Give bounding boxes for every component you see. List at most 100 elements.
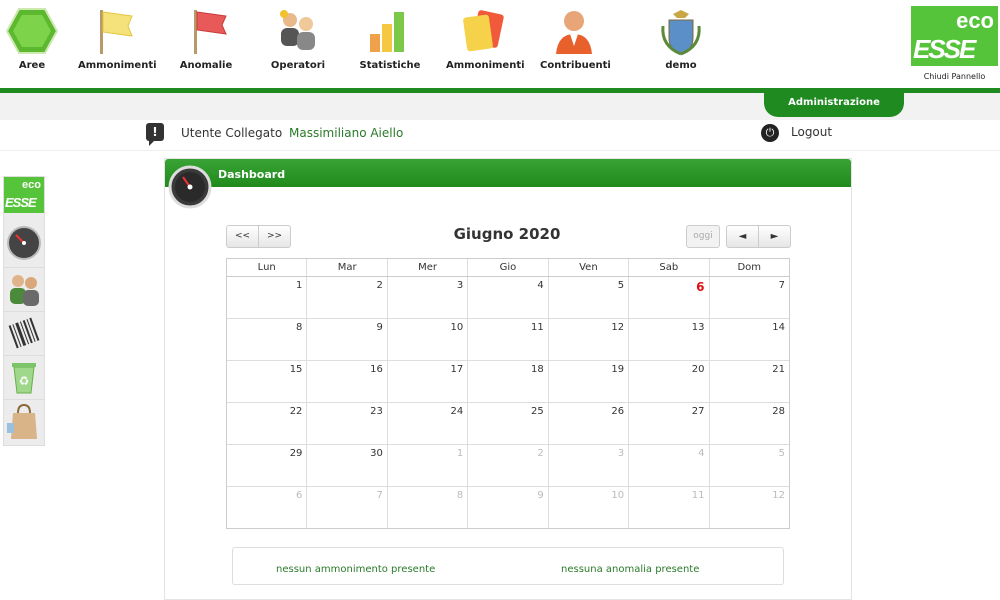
calendar-day[interactable]: 10 [549,487,630,528]
nav-label: Anomalie [179,60,233,71]
calendar-day[interactable]: 18 [468,361,549,402]
close-panel-link[interactable]: Chiudi Pannello [911,72,998,81]
sidebar-item-users[interactable] [4,267,44,312]
calendar-day[interactable]: 24 [388,403,469,444]
calendar-day[interactable]: 12 [710,487,789,528]
calendar-day[interactable]: 26 [549,403,630,444]
power-icon[interactable]: ⏻ [761,124,779,142]
calendar-day[interactable]: 8 [227,319,308,360]
calendar-day[interactable]: 22 [227,403,308,444]
calendar-day[interactable]: 7 [307,487,388,528]
calendar-day[interactable]: 20 [629,361,710,402]
calendar-day[interactable]: 25 [468,403,549,444]
sidebar-item-bag[interactable] [4,399,44,443]
calendar-day[interactable]: 11 [468,319,549,360]
weekday-lun: Lun [227,259,308,276]
sidebar-logo: eco ESSE [4,177,44,213]
calendar-day[interactable]: 1 [227,277,308,318]
ecoesse-logo: eco ESSE [911,6,998,66]
day-number: 6 [296,490,303,501]
dashboard-title: Dashboard [218,168,286,181]
calendar-day[interactable]: 30 [307,445,388,486]
calendar-day[interactable]: 28 [710,403,789,444]
calendar-day[interactable]: 10 [388,319,469,360]
bar-chart-icon [370,12,404,52]
calendar-day[interactable]: 2 [468,445,549,486]
calendar-day[interactable]: 2 [307,277,388,318]
calendar-day[interactable]: 5 [710,445,789,486]
day-number: 15 [289,364,303,375]
day-number: 20 [691,364,705,375]
calendar-day[interactable]: 3 [388,277,469,318]
calendar-day[interactable]: 29 [227,445,308,486]
calendar-day[interactable]: 13 [629,319,710,360]
sidebar-item-dashboard[interactable] [4,223,44,268]
calendar-day[interactable]: 7 [710,277,789,318]
dashboard-gauge-icon [7,226,41,260]
prev-month-button[interactable]: ◄ [727,226,759,247]
calendar-week-row: 1 2 3 4 5 6 7 [227,277,789,319]
calendar-day[interactable]: 14 [710,319,789,360]
calendar-day[interactable]: 6 [227,487,308,528]
nav-label: Ammonimenti [446,60,525,71]
admin-tab[interactable]: Administrazione [764,93,904,117]
nav-item-demo[interactable]: demo [654,0,708,88]
calendar-day[interactable]: 11 [629,487,710,528]
dashboard-gauge-icon [168,165,212,209]
user-name[interactable]: Massimiliano Aiello [289,126,403,140]
calendar-day[interactable]: 4 [629,445,710,486]
calendar-day[interactable]: 1 [388,445,469,486]
message-icon[interactable]: ! [146,123,164,146]
calendar-week-row: 22 23 24 25 26 27 28 [227,403,789,445]
calendar-day[interactable]: 23 [307,403,388,444]
calendar-day[interactable]: 9 [468,487,549,528]
nav-item-ammonimenti-cards[interactable]: Ammonimenti [446,0,525,88]
calendar-day[interactable]: 12 [549,319,630,360]
calendar-day-today[interactable]: 6 [629,277,710,318]
nav-item-aree[interactable]: Aree [6,0,58,88]
user-label: Utente Collegato [181,126,283,140]
nav-item-contribuenti[interactable]: Contribuenti [540,0,611,88]
day-number: 30 [370,448,383,459]
nav-item-ammonimenti[interactable]: Ammonimenti [78,0,157,88]
day-number: 7 [778,280,785,291]
hexagon-icon [6,8,58,54]
logout-link[interactable]: Logout [791,125,832,139]
next-month-button[interactable]: ► [759,226,790,247]
calendar-day[interactable]: 16 [307,361,388,402]
sidebar-item-barcode[interactable] [4,311,44,356]
calendar-body: 1 2 3 4 5 6 7 8 9 10 11 12 13 14 15 16 17 18 19 20 21 22 23 24 2… [227,277,789,528]
day-number: 10 [450,322,464,333]
day-number: 13 [691,322,705,333]
calendar-day[interactable]: 9 [307,319,388,360]
calendar-day[interactable]: 21 [710,361,789,402]
weekday-mer: Mer [388,259,469,276]
calendar-day[interactable]: 4 [468,277,549,318]
day-number: 5 [778,448,785,459]
day-number: 9 [376,322,383,333]
user-bar: ! Utente Collegato Massimiliano Aiello ⏻… [0,120,1000,151]
month-nav-group: ◄ ► [726,225,791,248]
nav-item-statistiche[interactable]: Statistiche [358,0,422,88]
calendar-day[interactable]: 3 [549,445,630,486]
recycle-bin-icon: ♻ [12,363,36,394]
calendar-day[interactable]: 27 [629,403,710,444]
calendar-day[interactable]: 8 [388,487,469,528]
left-sidebar: eco ESSE ♻ [3,176,45,446]
day-number: 18 [530,364,544,375]
day-number: 6 [696,280,705,294]
sidebar-item-recycle[interactable]: ♻ [4,355,44,400]
day-number: 27 [691,406,705,417]
day-number: 17 [450,364,464,375]
nav-item-anomalie[interactable]: Anomalie [176,0,236,88]
notice-box: nessun ammonimento presente nessuna anom… [232,547,784,585]
calendar-day[interactable]: 17 [388,361,469,402]
nav-label: Statistiche [359,60,421,71]
calendar-day[interactable]: 19 [549,361,630,402]
today-button[interactable]: oggi [686,225,720,248]
day-number: 28 [772,406,785,417]
calendar-day[interactable]: 15 [227,361,308,402]
weekday-gio: Gio [468,259,549,276]
nav-item-operatori[interactable]: Operatori [270,0,326,88]
calendar-day[interactable]: 5 [549,277,630,318]
